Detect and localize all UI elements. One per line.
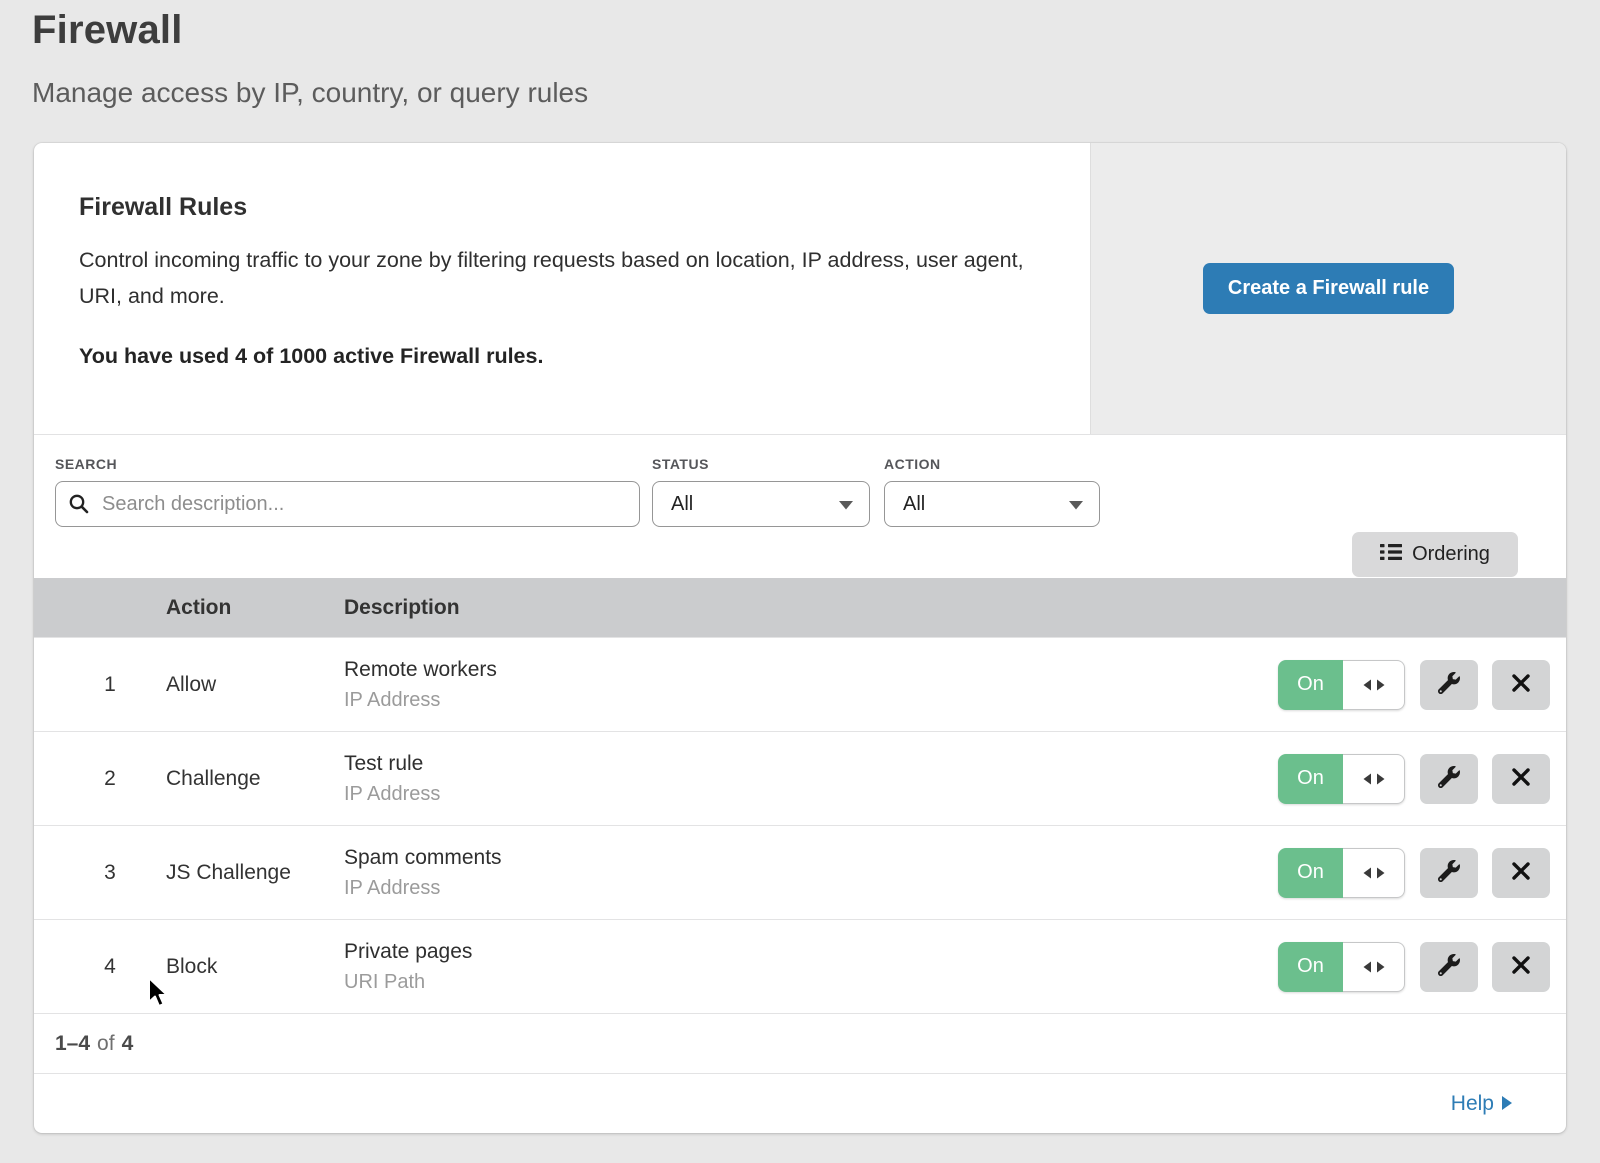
toggle-on-label: On xyxy=(1278,848,1343,898)
rule-action: Block xyxy=(166,955,344,979)
rule-field: IP Address xyxy=(344,689,1260,712)
help-link-label: Help xyxy=(1451,1092,1494,1116)
overview-heading: Firewall Rules xyxy=(79,193,1030,222)
rule-enabled-toggle[interactable]: On xyxy=(1278,848,1405,898)
toggle-on-label: On xyxy=(1278,754,1343,804)
edit-rule-button[interactable] xyxy=(1420,660,1478,710)
description-column-header: Description xyxy=(344,596,1260,620)
help-link[interactable]: Help xyxy=(1451,1092,1512,1116)
rule-field: IP Address xyxy=(344,783,1260,806)
table-row: 1 Allow Remote workers IP Address On xyxy=(34,637,1566,731)
rule-action: JS Challenge xyxy=(166,861,344,885)
create-firewall-rule-button[interactable]: Create a Firewall rule xyxy=(1203,263,1454,314)
toggle-arrows-icon xyxy=(1343,754,1405,804)
filters-bar: SEARCH STATUS All ACTION All xyxy=(34,435,1566,578)
overview-action-panel: Create a Firewall rule xyxy=(1090,143,1566,434)
search-input[interactable] xyxy=(55,481,640,527)
table-row: 4 Block Private pages URI Path On xyxy=(34,919,1566,1013)
toggle-on-label: On xyxy=(1278,942,1343,992)
chevron-down-icon xyxy=(1069,493,1083,516)
rule-description: Remote workers xyxy=(344,658,1260,682)
status-label: STATUS xyxy=(652,456,870,472)
edit-rule-button[interactable] xyxy=(1420,848,1478,898)
action-selected-value: All xyxy=(903,493,925,516)
close-icon xyxy=(1511,955,1531,978)
search-filter: SEARCH xyxy=(55,456,640,527)
action-label: ACTION xyxy=(884,456,1100,472)
wrench-icon xyxy=(1438,672,1460,697)
overview-description: Control incoming traffic to your zone by… xyxy=(79,242,1029,314)
action-column-header: Action xyxy=(166,596,344,620)
table-header: Action Description xyxy=(34,578,1566,637)
edit-rule-button[interactable] xyxy=(1420,754,1478,804)
delete-rule-button[interactable] xyxy=(1492,660,1550,710)
toggle-arrows-icon xyxy=(1343,942,1405,992)
delete-rule-button[interactable] xyxy=(1492,848,1550,898)
toggle-on-label: On xyxy=(1278,660,1343,710)
ordering-button[interactable]: Ordering xyxy=(1352,532,1518,577)
action-filter: ACTION All xyxy=(870,456,1100,527)
pagination-summary: 1–4 of 4 xyxy=(34,1013,1566,1073)
pagination-total: 4 xyxy=(122,1032,134,1056)
pagination-of: of xyxy=(97,1032,115,1056)
toggle-arrows-icon xyxy=(1343,848,1405,898)
rule-enabled-toggle[interactable]: On xyxy=(1278,942,1405,992)
status-filter: STATUS All xyxy=(640,456,870,527)
firewall-rules-card: Firewall Rules Control incoming traffic … xyxy=(34,143,1566,1133)
rule-description: Test rule xyxy=(344,752,1260,776)
rule-priority: 3 xyxy=(34,861,166,885)
toggle-arrows-icon xyxy=(1343,660,1405,710)
status-selected-value: All xyxy=(671,493,693,516)
rule-priority: 2 xyxy=(34,767,166,791)
wrench-icon xyxy=(1438,860,1460,885)
rule-action: Allow xyxy=(166,673,344,697)
rule-description: Private pages xyxy=(344,940,1260,964)
help-arrow-icon xyxy=(1502,1092,1512,1116)
table-row: 2 Challenge Test rule IP Address On xyxy=(34,731,1566,825)
overview-section: Firewall Rules Control incoming traffic … xyxy=(34,143,1566,435)
wrench-icon xyxy=(1438,954,1460,979)
edit-rule-button[interactable] xyxy=(1420,942,1478,992)
rule-enabled-toggle[interactable]: On xyxy=(1278,660,1405,710)
chevron-down-icon xyxy=(839,493,853,516)
rule-priority: 4 xyxy=(34,955,166,979)
close-icon xyxy=(1511,861,1531,884)
action-select[interactable]: All xyxy=(884,481,1100,527)
overview-usage-count: You have used 4 of 1000 active Firewall … xyxy=(79,344,1030,369)
table-row: 3 JS Challenge Spam comments IP Address … xyxy=(34,825,1566,919)
rule-priority: 1 xyxy=(34,673,166,697)
search-label: SEARCH xyxy=(55,456,640,472)
status-select[interactable]: All xyxy=(652,481,870,527)
delete-rule-button[interactable] xyxy=(1492,754,1550,804)
close-icon xyxy=(1511,673,1531,696)
rule-field: IP Address xyxy=(344,877,1260,900)
page-subtitle: Manage access by IP, country, or query r… xyxy=(32,77,1600,109)
pagination-range: 1–4 xyxy=(55,1032,90,1056)
ordering-list-icon xyxy=(1380,543,1402,567)
close-icon xyxy=(1511,767,1531,790)
rule-description: Spam comments xyxy=(344,846,1260,870)
delete-rule-button[interactable] xyxy=(1492,942,1550,992)
wrench-icon xyxy=(1438,766,1460,791)
page-title: Firewall xyxy=(32,8,1600,53)
rule-field: URI Path xyxy=(344,971,1260,994)
card-footer: Help xyxy=(34,1073,1566,1133)
page-header: Firewall Manage access by IP, country, o… xyxy=(0,0,1600,109)
overview-text-block: Firewall Rules Control incoming traffic … xyxy=(34,143,1090,434)
rule-action: Challenge xyxy=(166,767,344,791)
ordering-button-label: Ordering xyxy=(1412,543,1490,566)
search-icon xyxy=(68,493,90,520)
rule-enabled-toggle[interactable]: On xyxy=(1278,754,1405,804)
